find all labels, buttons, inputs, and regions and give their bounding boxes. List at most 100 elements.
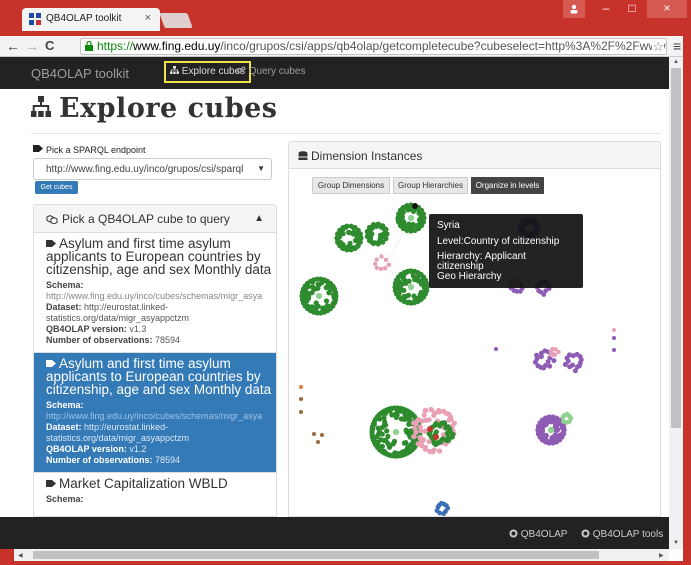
graph-node-pink[interactable] [612, 328, 616, 332]
scroll-down-icon[interactable]: ▼ [673, 540, 679, 546]
graph-node-pink[interactable] [427, 448, 433, 454]
graph-node-brown[interactable] [316, 440, 320, 444]
graph-node[interactable] [375, 241, 381, 247]
graph-node-pink[interactable] [553, 347, 558, 352]
graph-node-purple[interactable] [578, 357, 584, 363]
graph-node-purple[interactable] [612, 348, 616, 352]
close-window-button[interactable]: × [647, 0, 687, 18]
graph-node[interactable] [375, 425, 381, 431]
cube-list-item-active[interactable]: Asylum and first time asylum applicants … [34, 353, 276, 473]
graph-node[interactable] [323, 298, 330, 304]
graph-node[interactable] [560, 423, 567, 429]
graph-node-light[interactable] [566, 413, 572, 419]
graph-node-red[interactable] [427, 426, 433, 432]
graph-node-pink[interactable] [415, 417, 421, 424]
graph-node-pink[interactable] [374, 265, 379, 271]
graph-node-pink[interactable] [379, 254, 384, 259]
graph-node-pink[interactable] [437, 448, 443, 454]
graph-node-purple[interactable] [567, 364, 573, 370]
graph-node-pink[interactable] [417, 434, 423, 440]
graph-node-purple[interactable] [494, 347, 498, 351]
graph-node-pink[interactable] [373, 261, 378, 267]
graph-node-pink[interactable] [412, 425, 418, 431]
chevron-up-icon[interactable]: ▲ [254, 213, 264, 224]
browser-menu-icon[interactable]: ≡ [673, 38, 681, 54]
graph-node[interactable] [313, 300, 319, 306]
graph-node[interactable] [444, 430, 450, 436]
graph-node[interactable] [385, 433, 391, 439]
graph-node[interactable] [380, 239, 386, 245]
url-input[interactable]: https://www.fing.edu.uy/inco/grupos/csi/… [80, 38, 667, 55]
graph-node[interactable] [420, 211, 426, 217]
graph-node-pink[interactable] [378, 266, 384, 271]
graph-center-node[interactable] [392, 428, 400, 436]
graph-node-brown[interactable] [312, 432, 316, 436]
cubes-panel-header[interactable]: Pick a QB4OLAP cube to query ▲ [34, 205, 276, 233]
graph-node-pink[interactable] [436, 407, 442, 414]
graph-node-pink[interactable] [423, 407, 429, 413]
graph-center-node[interactable] [407, 283, 415, 291]
dimension-graph[interactable] [289, 142, 661, 517]
graph-node-pink[interactable] [446, 417, 452, 423]
get-cubes-button[interactable]: Get cubes [35, 181, 78, 194]
graph-node-pink[interactable] [426, 417, 432, 423]
graph-node-red[interactable] [433, 434, 439, 440]
graph-node-pink[interactable] [421, 412, 427, 418]
navbar-brand[interactable]: QB4OLAP toolkit [31, 66, 129, 81]
graph-node[interactable] [384, 231, 390, 237]
graph-node-selected[interactable] [412, 203, 418, 209]
graph-node[interactable] [383, 226, 389, 232]
endpoint-select[interactable]: http://www.fing.edu.uy/inco/grupos/csi/s… [33, 158, 272, 180]
graph-node-pink[interactable] [374, 257, 379, 262]
bookmark-star-icon[interactable]: ☆ [652, 39, 664, 54]
graph-node-purple[interactable] [551, 358, 557, 364]
graph-node-pink[interactable] [386, 262, 391, 267]
graph-node-pink[interactable] [417, 424, 423, 430]
graph-center-node[interactable] [407, 214, 415, 222]
graph-node[interactable] [333, 289, 339, 296]
graph-center-node[interactable] [547, 426, 555, 434]
nav-query-cubes[interactable]: Query cubes [236, 66, 305, 77]
graph-node-purple[interactable] [534, 352, 540, 358]
scroll-up-icon[interactable]: ▲ [673, 59, 679, 65]
horizontal-scrollbar-thumb[interactable] [33, 551, 599, 559]
cube-list-item[interactable]: Market Capitalization WBLD Schema: [34, 473, 276, 511]
graph-node-brown[interactable] [299, 397, 303, 401]
minimize-button[interactable]: – [595, 0, 617, 18]
graph-node[interactable] [555, 426, 561, 433]
footer-link-qb4olap[interactable]: QB4OLAP [509, 529, 567, 540]
forward-arrow-icon[interactable]: → [25, 38, 39, 54]
scroll-right-icon[interactable]: ▶ [659, 552, 664, 559]
graph-node[interactable] [401, 440, 407, 446]
graph-node-brown[interactable] [320, 433, 324, 437]
graph-node-blue[interactable] [444, 503, 449, 508]
back-arrow-icon[interactable]: ← [6, 38, 20, 54]
user-profile-icon[interactable] [563, 0, 585, 18]
new-tab-button[interactable] [159, 13, 193, 28]
footer-link-tools[interactable]: QB4OLAP tools [581, 529, 663, 540]
graph-node-purple[interactable] [612, 336, 616, 340]
reload-icon[interactable]: C [45, 38, 54, 53]
graph-node[interactable] [375, 221, 381, 227]
graph-node-light[interactable] [561, 419, 566, 424]
graph-node-purple[interactable] [572, 368, 578, 374]
graph-node[interactable] [404, 429, 410, 435]
graph-node-purple[interactable] [547, 363, 553, 369]
graph-node-pink[interactable] [383, 257, 389, 262]
maximize-button[interactable]: □ [621, 0, 643, 18]
graph-center-node[interactable] [315, 292, 323, 300]
graph-node-orange[interactable] [299, 385, 303, 389]
graph-node[interactable] [394, 412, 400, 418]
graph-node[interactable] [357, 231, 363, 237]
graph-node-pink[interactable] [415, 441, 421, 447]
tab-close-icon[interactable]: × [145, 12, 151, 24]
graph-node[interactable] [433, 429, 439, 435]
cube-list-item[interactable]: Asylum and first time asylum applicants … [34, 233, 276, 353]
graph-node-pink[interactable] [382, 266, 388, 271]
graph-node-brown[interactable] [299, 410, 303, 414]
vertical-scrollbar-thumb[interactable] [671, 68, 681, 428]
graph-node[interactable] [326, 290, 332, 296]
graph-node[interactable] [406, 278, 412, 284]
scroll-left-icon[interactable]: ◀ [18, 552, 23, 559]
browser-tab[interactable]: QB4OLAP toolkit × [22, 8, 160, 31]
